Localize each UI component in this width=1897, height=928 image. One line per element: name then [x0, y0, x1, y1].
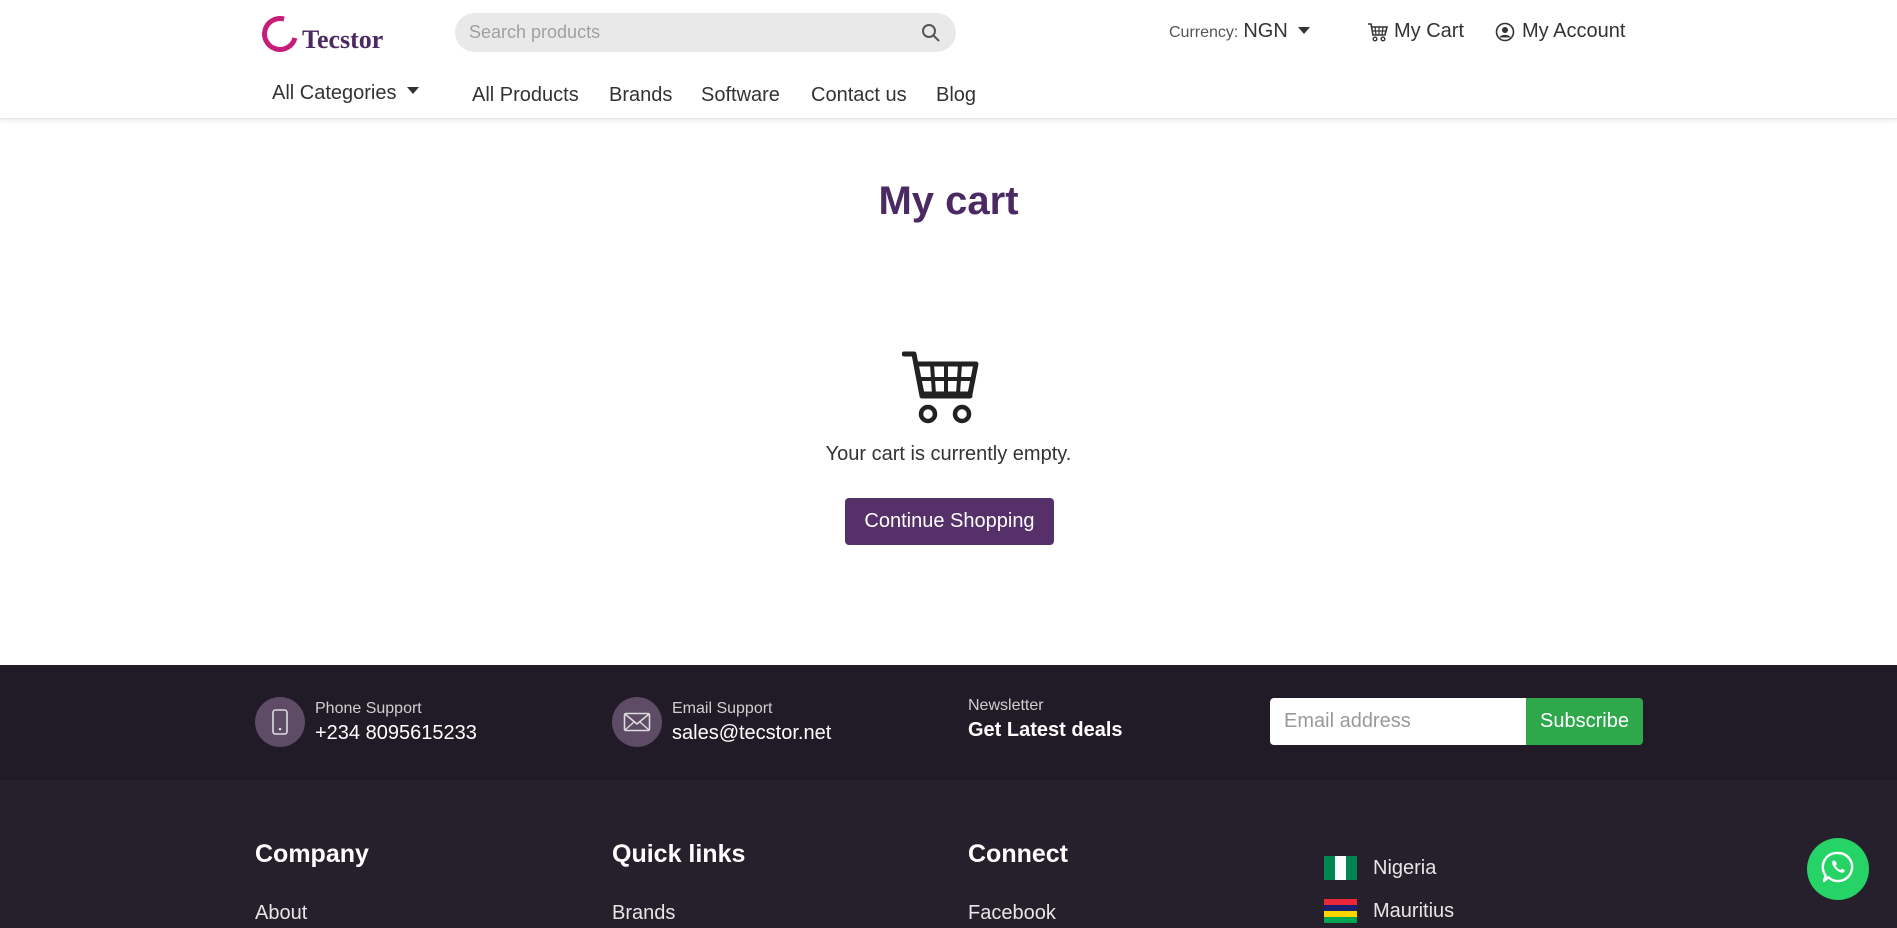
logo[interactable]: Tecstor: [255, 9, 384, 59]
email-support-label: Email Support: [672, 699, 773, 717]
subscribe-button[interactable]: Subscribe: [1526, 698, 1643, 745]
all-categories-dropdown[interactable]: All Categories: [272, 82, 419, 105]
nav-all-products[interactable]: All Products: [472, 84, 579, 107]
footer-connect-title: Connect: [968, 840, 1068, 868]
logo-text: Tecstor: [302, 25, 384, 54]
country-mauritius[interactable]: Mauritius: [1324, 899, 1454, 923]
newsletter-info: Newsletter Get Latest deals: [968, 697, 1123, 742]
currency-label: Currency:: [1169, 24, 1239, 41]
footer-quick-links-title: Quick links: [612, 840, 746, 868]
nav-contact-us[interactable]: Contact us: [811, 84, 907, 107]
page-title: My cart: [878, 179, 1019, 223]
chevron-down-icon: [406, 87, 419, 94]
envelope-icon: [612, 697, 662, 747]
nav-software[interactable]: Software: [701, 84, 780, 107]
newsletter-label: Newsletter: [968, 697, 1044, 714]
nigeria-flag-icon: [1324, 856, 1357, 880]
my-cart-label: My Cart: [1394, 20, 1464, 42]
mauritius-flag-icon: [1324, 899, 1357, 923]
my-cart-link[interactable]: My Cart: [1367, 20, 1464, 43]
phone-icon: [255, 697, 305, 747]
empty-cart-icon: [901, 348, 980, 424]
phone-number[interactable]: +234 8095615233: [315, 722, 477, 745]
whatsapp-icon: [1821, 850, 1855, 889]
whatsapp-chat-button[interactable]: [1807, 838, 1869, 900]
support-email[interactable]: sales@tecstor.net: [672, 722, 831, 745]
footer-company-title: Company: [255, 840, 369, 868]
country-label: Nigeria: [1373, 856, 1437, 879]
email-support: Email Support sales@tecstor.net: [612, 697, 831, 747]
empty-cart-message: Your cart is currently empty.: [825, 443, 1072, 465]
all-categories-label: All Categories: [272, 82, 397, 104]
user-circle-icon: [1495, 21, 1517, 43]
my-account-label: My Account: [1522, 20, 1626, 42]
currency-value[interactable]: NGN: [1243, 20, 1287, 43]
chevron-down-icon[interactable]: [1297, 27, 1310, 34]
newsletter-form: Subscribe: [1270, 698, 1643, 745]
my-account-link[interactable]: My Account: [1495, 20, 1625, 43]
footer-link-facebook[interactable]: Facebook: [968, 902, 1056, 925]
nav-brands[interactable]: Brands: [609, 84, 672, 107]
country-nigeria[interactable]: Nigeria: [1324, 856, 1436, 880]
phone-support-label: Phone Support: [315, 699, 422, 717]
continue-shopping-button[interactable]: Continue Shopping: [845, 498, 1054, 545]
currency-selector[interactable]: Currency: NGN: [1169, 20, 1310, 43]
footer-link-about[interactable]: About: [255, 902, 307, 925]
logo-ring-icon: [255, 9, 305, 59]
country-label: Mauritius: [1373, 899, 1455, 922]
phone-support: Phone Support +234 8095615233: [255, 697, 477, 747]
main-nav: All Categories: [272, 82, 419, 105]
newsletter-headline: Get Latest deals: [968, 719, 1123, 741]
cart-icon: [1367, 21, 1389, 43]
nav-blog[interactable]: Blog: [936, 84, 976, 107]
newsletter-email-input[interactable]: [1270, 698, 1526, 745]
footer-link-brands[interactable]: Brands: [612, 902, 675, 925]
search-icon[interactable]: [920, 22, 942, 44]
search-bar: [455, 13, 956, 52]
search-input[interactable]: [469, 22, 920, 43]
site-header: Tecstor Currency: NGN My Cart My Account…: [0, 0, 1897, 119]
